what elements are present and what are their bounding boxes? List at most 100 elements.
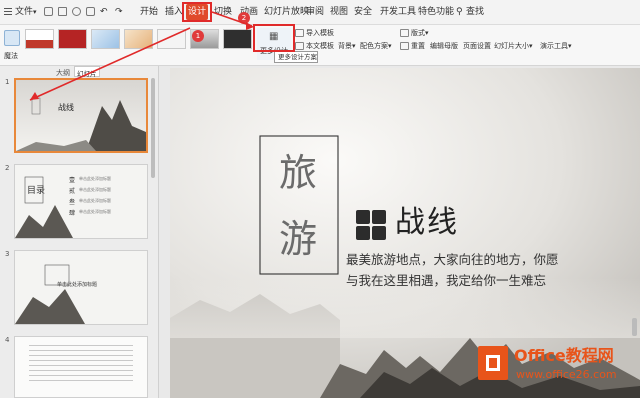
slide-2-item-2: 贰 [69,188,76,195]
layout-icon [400,29,409,37]
callout-box-more-designs [253,24,295,52]
reset-icon [400,42,409,50]
slide-number-2: 2 [5,164,10,172]
slide-panel: 大纲 幻灯片 1 战线 2 目录 壹 贰 叁 肆 单击此处添加标题 单击此处添加… [0,66,159,398]
presentation-tools-label: 演示工具 [540,42,568,50]
slide-number-3: 3 [5,250,10,258]
export-pdf-icon[interactable] [72,7,81,16]
this-doc-template-button[interactable]: 本文模板 [295,42,334,51]
design-thumb-4[interactable] [124,29,153,49]
tab-outline[interactable]: 大纲 [56,68,70,78]
tab-security[interactable]: 安全 [354,6,372,18]
print-preview-icon[interactable] [86,7,95,16]
office-logo-icon [478,346,508,380]
design-thumb-5[interactable] [157,29,186,49]
slide-size-button[interactable]: 幻灯片大小▾ [494,42,533,51]
watermark: Office教程网 www.office26.com [478,344,638,396]
design-thumb-1[interactable] [25,29,54,49]
import-template-label: 导入模板 [306,29,334,37]
background-label: 背景 [338,42,352,50]
slide-2-item-text-1: 单击此处添加标题 [79,176,111,181]
canvas-scroll-handle[interactable] [632,318,637,336]
watermark-url: www.office26.com [516,368,617,381]
seal-glyph-4 [372,226,386,240]
seal-stamp [356,210,386,240]
tooltip-text: 更多设计方案 [278,53,317,61]
tab-transitions[interactable]: 切换 [214,6,232,18]
callout-box-design-tab [182,2,212,22]
slide-body-line-2: 与我在这里相遇，我定给你一生难忘 [346,273,547,288]
this-doc-template-label: 本文模板 [306,42,334,50]
slide-big-title-top: 旅 [279,151,318,195]
reset-label: 重置 [411,42,425,50]
tab-slides-label: 幻灯片 [77,70,97,78]
tab-review[interactable]: 审阅 [306,6,324,18]
magic-button[interactable]: 魔法 [4,52,18,61]
reset-button[interactable]: 重置 [400,42,425,51]
undo-icon[interactable]: ↶ [100,6,108,18]
design-thumb-3[interactable] [91,29,120,49]
hamburger-icon[interactable] [4,8,12,15]
slide-number-4: 4 [5,336,10,344]
slide-2-item-text-3: 单击此处添加标题 [79,198,111,203]
slide-2-item-4: 肆 [69,210,76,217]
color-scheme-button[interactable]: 配色方案▾ [360,42,392,51]
tab-developer[interactable]: 开发工具 [380,6,416,18]
more-designs-tooltip: 更多设计方案 [274,51,318,63]
slide-headline: 战线 [395,205,459,240]
background-button[interactable]: 背景▾ [338,42,356,51]
slide-2-title: 目录 [27,186,46,196]
slide-panel-scrollbar[interactable] [151,78,155,178]
seal-glyph-1 [356,210,370,224]
tab-special-features[interactable]: 特色功能 [418,6,454,18]
presentation-tools-button[interactable]: 演示工具▾ [540,42,572,51]
slide-1-preview [16,80,146,151]
slide-1-title: 战线 [58,103,74,112]
slide-2-item-text-4: 单击此处添加标题 [79,209,111,214]
watermark-brand: Office教程网 [514,346,614,365]
edit-master-button[interactable]: 编辑母版 [430,42,458,51]
slide-thumb-4[interactable] [14,336,148,398]
import-template-button[interactable]: 导入模板 [295,29,334,38]
file-menu[interactable]: 文件 [15,6,33,18]
menu-bar: 文件 ▾ ↶ ↷ 开始 插入 设计 切换 动画 幻灯片放映 审阅 视图 安全 开… [0,0,640,25]
layout-button[interactable]: 版式▾ [400,29,429,38]
save-icon[interactable] [44,7,53,16]
slide-4-text-block [29,345,133,385]
slide-size-label: 幻灯片大小 [494,42,529,50]
tab-home[interactable]: 开始 [140,6,158,18]
seal-glyph-2 [372,210,386,224]
template-icon [295,42,304,50]
redo-icon[interactable]: ↷ [115,6,123,18]
import-icon [295,29,304,37]
search-label[interactable]: 查找 [466,6,484,18]
design-thumb-2[interactable] [58,29,87,49]
slide-2-item-text-2: 单击此处添加标题 [79,187,111,192]
callout-badge-1: 1 [192,30,204,42]
tab-insert[interactable]: 插入 [165,6,183,18]
slide-big-title-bottom: 游 [279,217,318,261]
callout-badge-2: 2 [238,12,250,24]
seal-glyph-3 [356,226,370,240]
slide-thumb-1[interactable]: 战线 [14,78,148,153]
slide-2-item-1: 壹 [69,177,76,184]
magic-icon[interactable] [4,30,20,46]
slide-number-1: 1 [5,78,10,86]
tab-view[interactable]: 视图 [330,6,348,18]
chevron-down-icon[interactable]: ▾ [33,6,37,18]
slide-thumb-3[interactable]: 单击此处添加标题 [14,250,148,325]
design-thumb-7[interactable] [223,29,252,49]
layout-label: 版式 [411,29,425,37]
slide-2-item-3: 叁 [69,199,76,206]
search-icon[interactable]: ⚲ [456,6,463,18]
slide-thumb-2[interactable]: 目录 壹 贰 叁 肆 单击此处添加标题 单击此处添加标题 单击此处添加标题 单击… [14,164,148,239]
slide-3-title: 单击此处添加标题 [57,282,98,288]
tab-slideshow[interactable]: 幻灯片放映 [264,6,309,18]
tab-slides[interactable]: 幻灯片 [74,66,100,78]
color-scheme-label: 配色方案 [360,42,388,50]
slide-body-line-1: 最美旅游地点，大家向往的地方，你愿 [346,252,559,267]
page-setup-button[interactable]: 页面设置 [463,42,491,51]
print-icon[interactable] [58,7,67,16]
office-logo-inner [486,355,500,371]
design-ribbon: 魔法 ▦ 更多设计 导入模板 本文模板 背景▾ 配色方案▾ 版式▾ 重置 编辑母… [0,25,640,66]
